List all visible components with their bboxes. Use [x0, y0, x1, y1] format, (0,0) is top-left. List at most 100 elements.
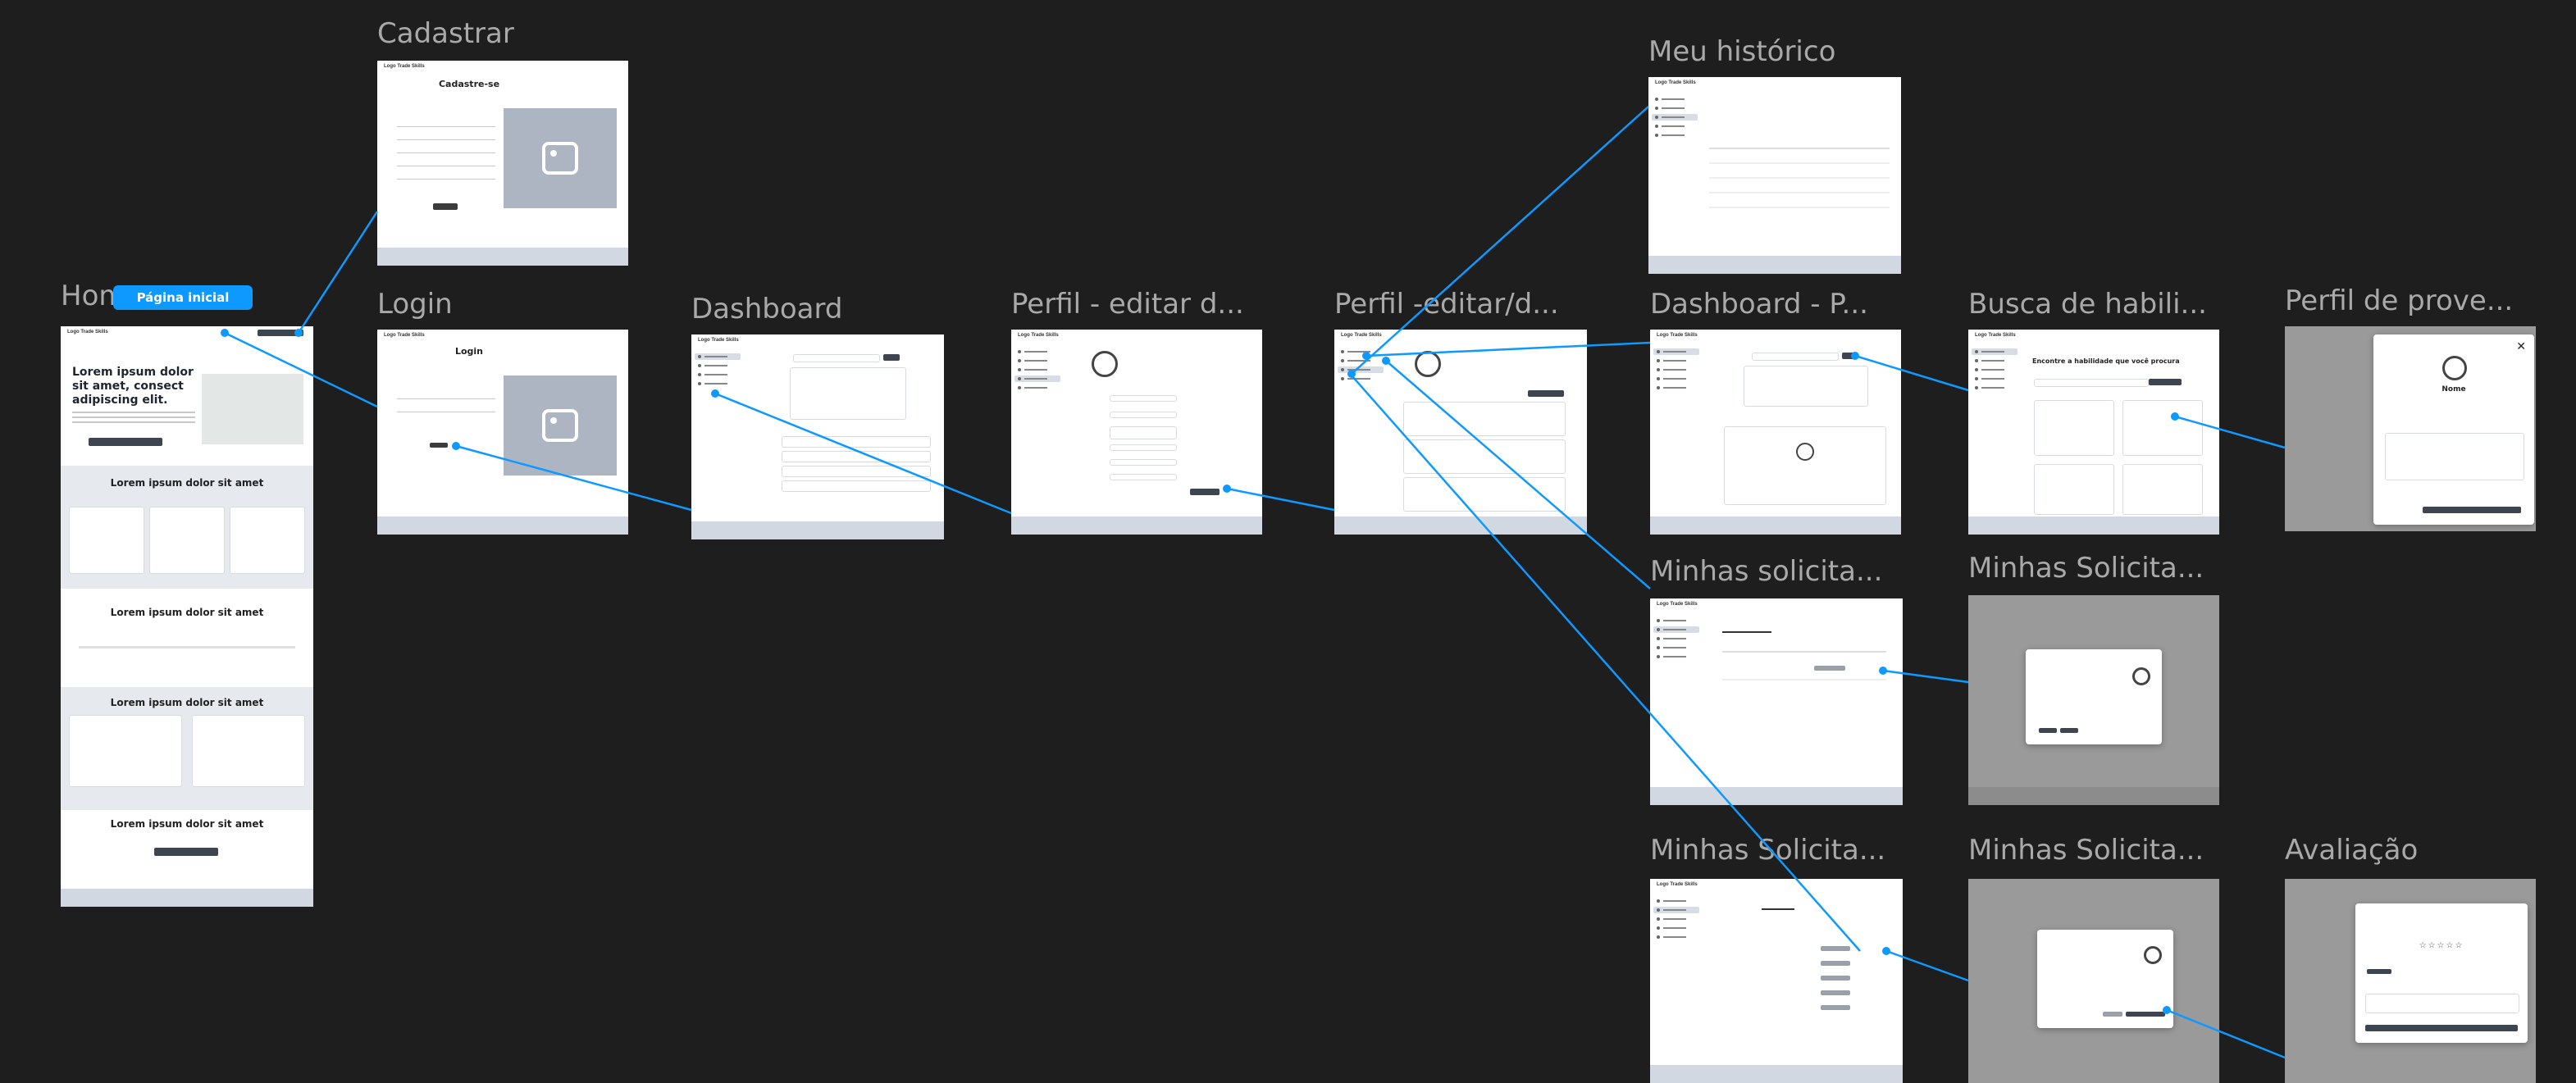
- frame-label-minhas-sol-4[interactable]: Minhas Solicita...: [1968, 836, 2204, 864]
- frame-dashboard-p[interactable]: Logo Trade Skills: [1650, 330, 1901, 535]
- frame-label-perfil-editar[interactable]: Perfil - editar d...: [1011, 290, 1244, 318]
- dashboard-search-button[interactable]: [883, 354, 900, 361]
- cadastrar-submit-button[interactable]: [433, 203, 458, 210]
- login-submit-button[interactable]: [430, 443, 448, 448]
- sidebar-item[interactable]: [1972, 366, 2017, 373]
- sidebar-item[interactable]: [1972, 357, 2017, 364]
- design-canvas[interactable]: Home Página inicial Cadastrar Login Dash…: [0, 0, 2576, 1083]
- sidebar-item[interactable]: [1014, 357, 1060, 364]
- sol3-tabs[interactable]: [1762, 908, 1794, 910]
- frame-label-meu-historico[interactable]: Meu histórico: [1648, 38, 1835, 66]
- sidebar-item[interactable]: [695, 380, 741, 387]
- sidebar-item[interactable]: [1653, 385, 1699, 391]
- sidebar-item[interactable]: [1653, 653, 1699, 660]
- sidebar-item[interactable]: [1653, 357, 1699, 364]
- frame-home[interactable]: Logo Trade Skills Lorem ipsum dolor sit …: [61, 326, 313, 907]
- frame-busca[interactable]: Logo Trade Skills Encontre a habilidade …: [1968, 330, 2219, 535]
- frame-label-minhas-sol-1[interactable]: Minhas solicita...: [1650, 557, 1882, 585]
- page-tag-pagina-inicial[interactable]: Página inicial: [113, 285, 253, 310]
- frame-label-minhas-sol-2[interactable]: Minhas Solicita...: [1968, 554, 2204, 582]
- sol1-table-row[interactable]: [1722, 679, 1886, 680]
- frame-label-login[interactable]: Login: [377, 290, 453, 318]
- perfil-field[interactable]: [1110, 459, 1177, 466]
- provider-card[interactable]: [2034, 400, 2114, 456]
- dashboard-list-row[interactable]: [782, 466, 931, 477]
- frame-minhas-solicitacoes-3[interactable]: Logo Trade Skills: [1650, 879, 1903, 1083]
- cadastrar-field[interactable]: [397, 126, 495, 127]
- cadastrar-field[interactable]: [397, 179, 495, 180]
- sidebar-item[interactable]: [1653, 644, 1699, 651]
- frame-cadastrar[interactable]: Logo Trade Skills Cadastre-se: [377, 61, 628, 266]
- rating-submit-button[interactable]: [2365, 1025, 2518, 1031]
- home-hero-button[interactable]: [89, 438, 162, 446]
- dashboard-list-row[interactable]: [782, 436, 931, 448]
- sidebar-item[interactable]: [1972, 385, 2017, 391]
- historico-table-row[interactable]: [1709, 162, 1890, 164]
- frame-label-minhas-sol-3[interactable]: Minhas Solicita...: [1650, 836, 1885, 864]
- sidebar-item[interactable]: [1652, 96, 1698, 102]
- perfil-field[interactable]: [1110, 474, 1177, 480]
- frame-label-cadastrar[interactable]: Cadastrar: [377, 20, 514, 48]
- sidebar-item[interactable]: [1653, 617, 1699, 624]
- frame-perfil-editar[interactable]: Logo Trade Skills: [1011, 330, 1262, 535]
- frame-perfil-provedor[interactable]: ✕ Nome: [2285, 326, 2536, 531]
- sidebar-item[interactable]: [1653, 907, 1699, 913]
- dashp-search-input[interactable]: [1752, 353, 1839, 361]
- sidebar-item[interactable]: [1653, 635, 1699, 642]
- historico-table-row[interactable]: [1709, 192, 1890, 193]
- frame-label-perfil-editar-2[interactable]: Perfil -editar/d...: [1334, 290, 1559, 318]
- sidebar-item[interactable]: [1653, 348, 1699, 355]
- perfil-field[interactable]: [1110, 444, 1177, 451]
- sidebar-item[interactable]: [1653, 626, 1699, 633]
- frame-dashboard[interactable]: Logo Trade Skills: [691, 334, 944, 539]
- modal-action-button[interactable]: [2039, 728, 2057, 733]
- skill-card[interactable]: [1403, 477, 1566, 512]
- cadastrar-field[interactable]: [397, 152, 495, 153]
- frame-label-dashboard[interactable]: Dashboard: [691, 295, 842, 323]
- modal-action-button[interactable]: [2060, 728, 2078, 733]
- request-detail-modal[interactable]: [2037, 930, 2173, 1028]
- historico-table-row[interactable]: [1709, 177, 1890, 179]
- frame-label-perfil-prove[interactable]: Perfil de prove...: [2285, 287, 2513, 315]
- home-section-4-button[interactable]: [154, 848, 218, 856]
- frame-minhas-solicitacoes-1[interactable]: Logo Trade Skills: [1650, 598, 1903, 805]
- sidebar-item[interactable]: [1652, 105, 1698, 111]
- rating-option-selected[interactable]: [2367, 969, 2391, 974]
- frame-meu-historico[interactable]: Logo Trade Skills: [1648, 77, 1901, 274]
- historico-table-row[interactable]: [1709, 207, 1890, 208]
- request-modal[interactable]: [2026, 649, 2162, 744]
- sidebar-item[interactable]: [1338, 375, 1384, 382]
- sidebar-item[interactable]: [1653, 916, 1699, 922]
- provider-card[interactable]: [2122, 464, 2203, 515]
- sidebar-item[interactable]: [1653, 375, 1699, 382]
- sol3-row-action[interactable]: [1821, 946, 1850, 951]
- frame-login[interactable]: Logo Trade Skills Login: [377, 330, 628, 535]
- sidebar-item[interactable]: [695, 362, 741, 369]
- dashboard-list-row[interactable]: [782, 451, 931, 462]
- rating-comment-input[interactable]: [2365, 994, 2519, 1013]
- sidebar-item[interactable]: [1972, 375, 2017, 382]
- provider-modal[interactable]: ✕ Nome: [2373, 334, 2534, 525]
- sol3-row-action[interactable]: [1821, 1005, 1850, 1010]
- sidebar-item[interactable]: [1338, 366, 1384, 373]
- frame-perfil-editar-2[interactable]: Logo Trade Skills: [1334, 330, 1587, 535]
- cadastrar-field[interactable]: [397, 139, 495, 140]
- provider-card[interactable]: [2034, 464, 2114, 515]
- skill-card[interactable]: [1403, 439, 1566, 474]
- busca-search-button[interactable]: [2149, 379, 2182, 385]
- perfil-field[interactable]: [1110, 426, 1177, 439]
- frame-minhas-solicitacoes-4[interactable]: [1968, 879, 2219, 1083]
- login-email-field[interactable]: [397, 398, 495, 399]
- sidebar-item[interactable]: [1014, 375, 1060, 382]
- sidebar-item[interactable]: [1338, 357, 1384, 364]
- dashboard-search-input[interactable]: [793, 354, 880, 362]
- sol1-row-action[interactable]: [1814, 666, 1845, 671]
- modal-cancel-button[interactable]: [2103, 1012, 2122, 1017]
- close-icon[interactable]: ✕: [2516, 339, 2526, 353]
- frame-minhas-solicitacoes-2[interactable]: [1968, 595, 2219, 805]
- perfil2-add-button[interactable]: [1528, 390, 1564, 397]
- frame-label-dashboard-p[interactable]: Dashboard - P...: [1650, 290, 1868, 318]
- frame-label-busca[interactable]: Busca de habili...: [1968, 290, 2207, 318]
- frame-label-avaliacao[interactable]: Avaliação: [2285, 836, 2418, 864]
- sidebar-item[interactable]: [695, 353, 741, 360]
